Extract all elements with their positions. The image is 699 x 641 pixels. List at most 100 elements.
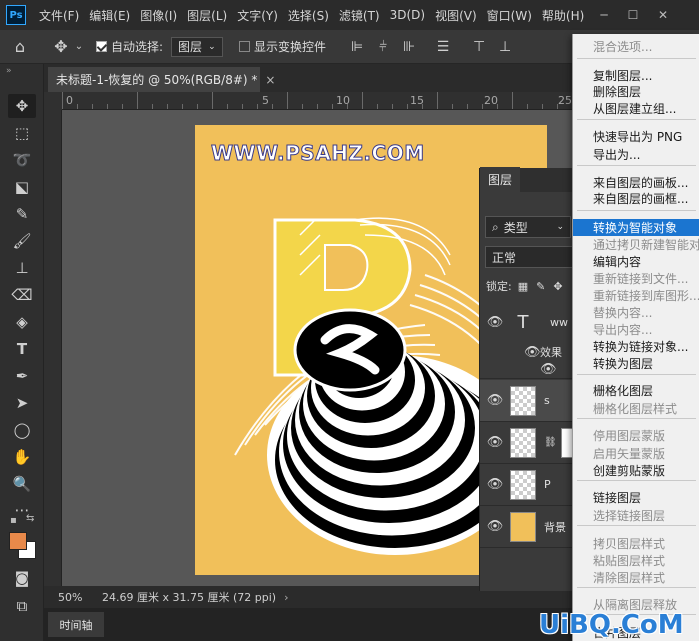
brush-tool-icon[interactable]: 🖌 bbox=[8, 229, 36, 253]
menu-item[interactable]: 启用矢量蒙版 bbox=[573, 445, 699, 462]
auto-select-checkbox[interactable] bbox=[96, 41, 107, 52]
menu-item[interactable]: 通过拷贝新建智能对 bbox=[573, 236, 699, 253]
lock-position-icon[interactable]: ✥ bbox=[553, 280, 562, 293]
menu-3d[interactable]: 3D(D) bbox=[385, 8, 430, 22]
menu-file[interactable]: 文件(F) bbox=[34, 7, 84, 24]
menu-item[interactable]: 编辑内容 bbox=[573, 253, 699, 270]
menu-view[interactable]: 视图(V) bbox=[430, 7, 482, 24]
menu-item[interactable]: 栅格化图层样式 bbox=[573, 400, 699, 417]
close-window-icon[interactable]: ✕ bbox=[650, 0, 676, 30]
menu-item[interactable]: 转换为智能对象 bbox=[573, 219, 699, 236]
quick-mask-icon[interactable]: ◙ bbox=[8, 566, 36, 590]
menu-help[interactable]: 帮助(H) bbox=[537, 7, 589, 24]
eye-icon[interactable]: 👁 bbox=[540, 362, 557, 377]
move-tool-icon[interactable]: ✥ bbox=[8, 94, 36, 118]
menu-item[interactable]: 来自图层的画框... bbox=[573, 190, 699, 207]
menu-item[interactable]: 导出内容... bbox=[573, 321, 699, 338]
hand-tool-icon[interactable]: ✋ bbox=[8, 445, 36, 469]
object-select-tool-icon[interactable]: ⬕ bbox=[8, 175, 36, 199]
menu-item[interactable]: 链接图层 bbox=[573, 489, 699, 506]
menu-item[interactable]: 重新链接到文件... bbox=[573, 270, 699, 287]
menu-item[interactable]: 从图层建立组... bbox=[573, 100, 699, 117]
type-tool-icon[interactable]: T bbox=[8, 337, 36, 361]
foreground-color-swatch[interactable] bbox=[9, 532, 27, 550]
align-right-icon[interactable]: ⊪ bbox=[396, 39, 422, 55]
menu-item[interactable]: 删除图层 bbox=[573, 83, 699, 100]
eye-icon[interactable]: 👁 bbox=[480, 393, 510, 408]
menu-edit[interactable]: 编辑(E) bbox=[84, 7, 135, 24]
align-left-icon[interactable]: ⊫ bbox=[344, 39, 370, 55]
menu-item[interactable]: 栅格化图层 bbox=[573, 382, 699, 399]
layer-filter-dropdown[interactable]: ⌕ 类型 ⌄ bbox=[485, 216, 571, 238]
swap-colors-icon[interactable]: ⇆ bbox=[26, 513, 34, 524]
document-tab[interactable]: 未标题-1-恢复的 @ 50%(RGB/8#) * × bbox=[48, 67, 275, 92]
menu-item[interactable]: 转换为图层 bbox=[573, 355, 699, 372]
menu-item[interactable]: 粘贴图层样式 bbox=[573, 552, 699, 569]
show-transform-label: 显示变换控件 bbox=[254, 40, 327, 54]
tools-panel: » ✥ ⬚ ➰ ⬕ ✎ 🖌 ⊥ ⌫ ◈ T ✒ ➤ ◯ ✋ 🔍 ⋯ ▪ ⇆ ◙ … bbox=[0, 64, 44, 641]
marquee-tool-icon[interactable]: ⬚ bbox=[8, 121, 36, 145]
menu-item[interactable]: 替换内容... bbox=[573, 304, 699, 321]
menu-window[interactable]: 窗口(W) bbox=[482, 7, 537, 24]
lasso-tool-icon[interactable]: ➰ bbox=[8, 148, 36, 172]
zoom-level[interactable]: 50% bbox=[58, 591, 96, 604]
eye-icon[interactable]: 👁 bbox=[480, 315, 510, 330]
close-tab-icon[interactable]: × bbox=[265, 73, 275, 87]
menu-item[interactable]: 重新链接到库图形... bbox=[573, 287, 699, 304]
show-transform-checkbox[interactable] bbox=[239, 41, 251, 52]
collapse-toolbar-icon[interactable]: » bbox=[6, 66, 12, 76]
align-middle-icon[interactable]: ⊥ bbox=[492, 39, 518, 55]
menu-filter[interactable]: 滤镜(T) bbox=[334, 7, 385, 24]
menu-item[interactable]: 来自图层的画板... bbox=[573, 174, 699, 191]
blend-mode-dropdown[interactable]: 正常 bbox=[485, 246, 585, 268]
lock-paint-icon[interactable]: ✎ bbox=[536, 280, 545, 293]
maximize-icon[interactable]: ☐ bbox=[620, 0, 646, 30]
menu-item[interactable]: 转换为链接对象... bbox=[573, 338, 699, 355]
document-size: 24.69 厘米 x 31.75 厘米 (72 ppi) bbox=[102, 591, 277, 604]
screen-mode-icon[interactable]: ⧉ bbox=[8, 594, 36, 618]
auto-select-target-dropdown[interactable]: 图层 ⌄ bbox=[171, 36, 224, 57]
menu-item[interactable]: 导出为... bbox=[573, 146, 699, 163]
timeline-tab[interactable]: 时间轴 bbox=[48, 612, 104, 637]
minimize-icon[interactable]: ─ bbox=[591, 0, 617, 30]
eye-icon[interactable]: 👁 bbox=[524, 345, 541, 360]
eye-icon[interactable]: 👁 bbox=[480, 477, 510, 492]
eye-icon[interactable]: 👁 bbox=[480, 519, 510, 534]
menu-item[interactable]: 混合选项... bbox=[573, 38, 699, 55]
ruler-origin[interactable] bbox=[44, 92, 62, 110]
menu-item[interactable]: 选择链接图层 bbox=[573, 507, 699, 524]
menu-item[interactable]: 快速导出为 PNG bbox=[573, 128, 699, 145]
zoom-tool-icon[interactable]: 🔍 bbox=[8, 472, 36, 496]
move-tool-icon[interactable]: ✥ bbox=[50, 37, 72, 56]
home-icon[interactable]: ⌂ bbox=[0, 37, 40, 56]
menu-layer[interactable]: 图层(L) bbox=[182, 7, 232, 24]
menu-item[interactable]: 拷贝图层样式 bbox=[573, 535, 699, 552]
menu-image[interactable]: 图像(I) bbox=[135, 7, 182, 24]
eyedropper-tool-icon[interactable]: ✎ bbox=[8, 202, 36, 226]
vertical-ruler[interactable] bbox=[44, 110, 62, 586]
show-transform-toggle[interactable]: 显示变换控件 bbox=[239, 38, 326, 55]
menu-item[interactable]: 创建剪贴蒙版 bbox=[573, 462, 699, 479]
chevron-right-icon[interactable]: › bbox=[284, 591, 288, 604]
menu-item[interactable]: 停用图层蒙版 bbox=[573, 427, 699, 444]
menu-item[interactable]: 复制图层... bbox=[573, 67, 699, 84]
menu-select[interactable]: 选择(S) bbox=[283, 7, 334, 24]
link-icon[interactable]: ⛓ bbox=[544, 437, 557, 448]
distribute-icon[interactable]: ☰ bbox=[428, 39, 458, 55]
paint-bucket-tool-icon[interactable]: ◈ bbox=[8, 310, 36, 334]
auto-select-toggle[interactable]: 自动选择: bbox=[96, 38, 163, 55]
stamp-tool-icon[interactable]: ⊥ bbox=[8, 256, 36, 280]
path-select-tool-icon[interactable]: ➤ bbox=[8, 391, 36, 415]
layers-tab[interactable]: 图层 bbox=[480, 167, 521, 192]
align-center-icon[interactable]: ⫩ bbox=[370, 39, 396, 55]
pen-tool-icon[interactable]: ✒ bbox=[8, 364, 36, 388]
default-colors-icon[interactable]: ▪ bbox=[10, 515, 17, 526]
chevron-down-icon[interactable]: ⌄ bbox=[72, 41, 86, 52]
eraser-tool-icon[interactable]: ⌫ bbox=[8, 283, 36, 307]
lock-transparent-icon[interactable]: ▦ bbox=[518, 280, 528, 293]
menu-item[interactable]: 清除图层样式 bbox=[573, 569, 699, 586]
eye-icon[interactable]: 👁 bbox=[480, 435, 510, 450]
menu-type[interactable]: 文字(Y) bbox=[232, 7, 283, 24]
align-top-icon[interactable]: ⊤ bbox=[466, 39, 492, 55]
ellipse-tool-icon[interactable]: ◯ bbox=[8, 418, 36, 442]
